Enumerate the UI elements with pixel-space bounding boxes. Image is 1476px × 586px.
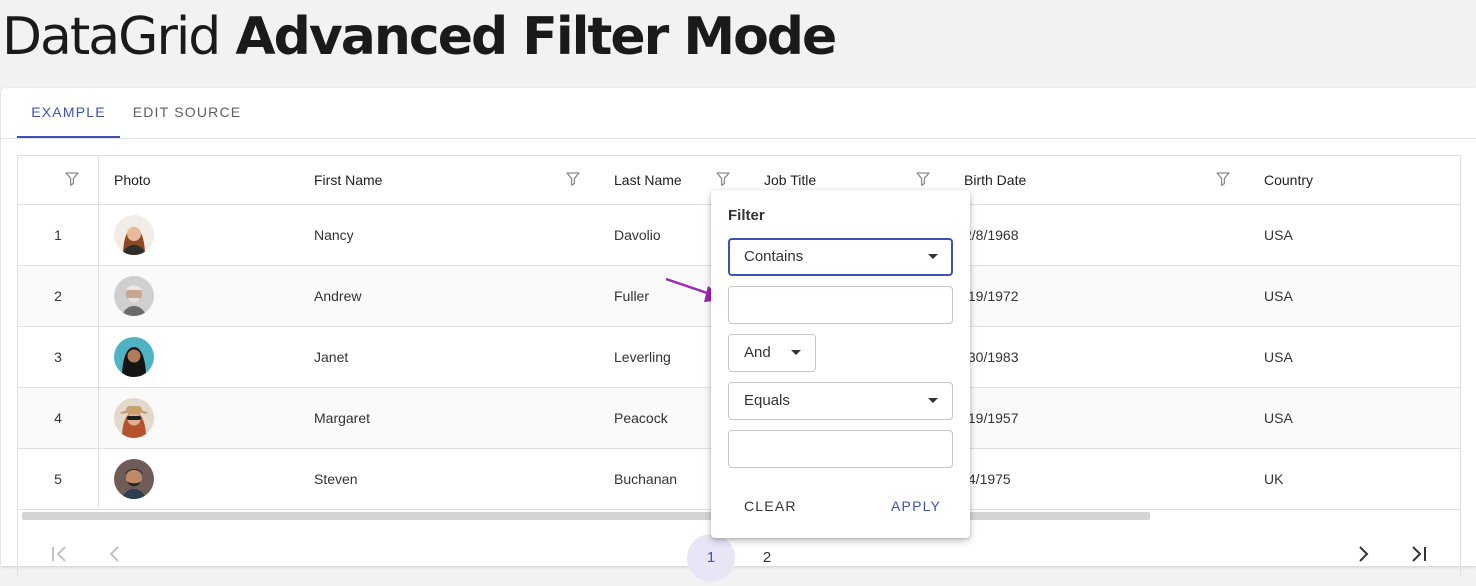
filter-popup-title: Filter xyxy=(728,207,765,224)
first-name-cell: Margaret xyxy=(314,410,371,426)
avatar xyxy=(114,215,154,255)
tab-edit-source[interactable]: EDIT SOURCE xyxy=(120,88,254,138)
page-title-light: DataGrid xyxy=(2,7,221,67)
page-1-button[interactable]: 1 xyxy=(687,534,735,582)
country-cell: USA xyxy=(1264,349,1293,365)
filter-icon[interactable] xyxy=(915,171,931,187)
birth-date-cell: /19/1957 xyxy=(964,410,1019,426)
last-name-cell: Peacock xyxy=(614,410,668,426)
last-name-cell: Fuller xyxy=(614,288,650,304)
chevron-left-icon[interactable] xyxy=(97,536,133,572)
horizontal-scrollbar[interactable] xyxy=(22,512,1150,520)
first-page-icon[interactable] xyxy=(41,536,77,572)
condition-select-1-value: Contains xyxy=(744,248,804,265)
page-title: DataGrid Advanced Filter Mode xyxy=(2,4,837,70)
birth-date-cell: /4/1975 xyxy=(964,471,1011,487)
caret-down-icon xyxy=(928,398,938,403)
condition-select-2-value: Equals xyxy=(744,392,790,409)
filter-value-input-2[interactable] xyxy=(728,430,953,468)
country-cell: USA xyxy=(1264,227,1293,243)
country-cell: UK xyxy=(1264,471,1284,487)
first-name-cell: Janet xyxy=(314,349,349,365)
page-title-bold: Advanced Filter Mode xyxy=(235,7,837,67)
country-cell: USA xyxy=(1264,288,1293,304)
row-number: 3 xyxy=(54,349,62,365)
filter-icon[interactable] xyxy=(715,171,731,187)
row-number: 1 xyxy=(54,227,62,243)
operator-select[interactable]: And xyxy=(728,334,816,372)
avatar xyxy=(114,337,154,377)
page-2-button[interactable]: 2 xyxy=(743,534,791,582)
tab-example[interactable]: EXAMPLE xyxy=(17,88,120,138)
caret-down-icon xyxy=(791,350,801,355)
apply-button[interactable]: APPLY xyxy=(891,490,941,522)
last-name-cell: Leverling xyxy=(614,349,671,365)
country-cell: USA xyxy=(1264,410,1293,426)
tab-bar: EXAMPLE EDIT SOURCE xyxy=(1,88,1476,139)
condition-select-1[interactable]: Contains xyxy=(728,238,953,276)
column-header-photo: Photo xyxy=(114,172,151,188)
first-name-cell: Steven xyxy=(314,471,358,487)
avatar xyxy=(114,398,154,438)
operator-select-value: And xyxy=(744,344,771,361)
row-number: 5 xyxy=(54,471,62,487)
birth-date-cell: /30/1983 xyxy=(964,349,1019,365)
filter-icon[interactable] xyxy=(64,171,80,187)
last-name-cell: Buchanan xyxy=(614,471,678,487)
active-tab-indicator xyxy=(17,136,120,138)
condition-select-2[interactable]: Equals xyxy=(728,382,953,420)
birth-date-cell: /19/1972 xyxy=(964,288,1019,304)
row-number: 2 xyxy=(54,288,62,304)
caret-down-icon xyxy=(928,254,938,259)
birth-date-cell: 2/8/1968 xyxy=(964,227,1019,243)
chevron-right-icon[interactable] xyxy=(1345,536,1381,572)
filter-popup: Filter Contains And Equals CLEAR APPLY xyxy=(711,190,970,538)
column-header-birth-date[interactable]: Birth Date xyxy=(964,156,1026,204)
first-name-cell: Andrew xyxy=(314,288,362,304)
column-header-first-name[interactable]: First Name xyxy=(314,156,382,204)
avatar xyxy=(114,276,154,316)
last-page-icon[interactable] xyxy=(1401,536,1437,572)
clear-button[interactable]: CLEAR xyxy=(744,490,797,522)
column-header-country[interactable]: Country xyxy=(1264,156,1313,204)
avatar xyxy=(114,459,154,499)
first-name-cell: Nancy xyxy=(314,227,354,243)
column-header-last-name[interactable]: Last Name xyxy=(614,156,682,204)
row-number-divider xyxy=(98,156,99,508)
row-number: 4 xyxy=(54,410,62,426)
filter-value-input-1[interactable] xyxy=(728,286,953,324)
pager: 1 2 xyxy=(17,532,1459,582)
filter-icon[interactable] xyxy=(565,171,581,187)
last-name-cell: Davolio xyxy=(614,227,661,243)
filter-icon[interactable] xyxy=(1215,171,1231,187)
